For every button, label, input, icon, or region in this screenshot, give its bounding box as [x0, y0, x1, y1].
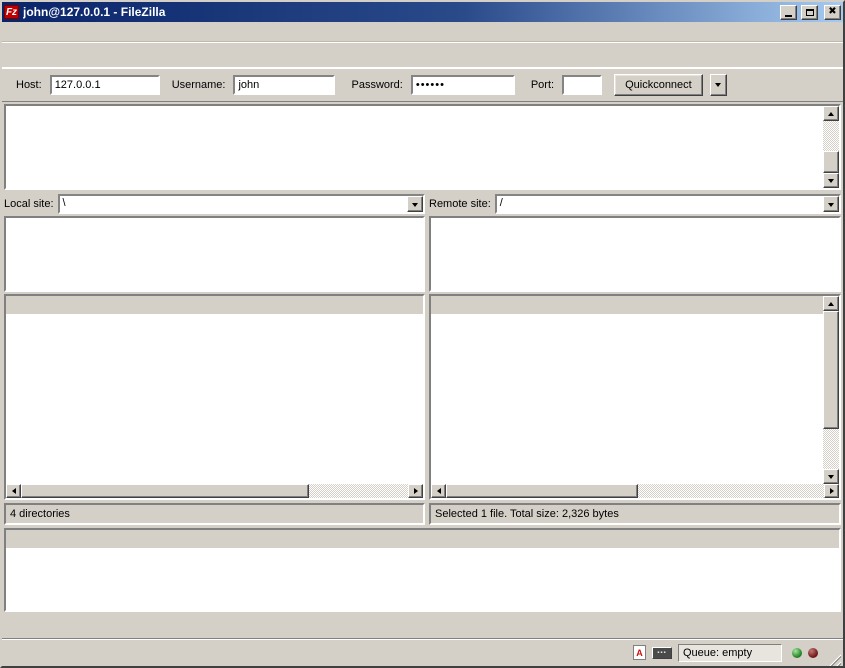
arrow-right-icon [830, 488, 837, 494]
username-input[interactable] [233, 75, 335, 95]
scroll-down-button[interactable] [823, 173, 839, 188]
remote-list-rows[interactable] [431, 314, 823, 484]
window-title: john@127.0.0.1 - FileZilla [23, 5, 776, 19]
scroll-left-button[interactable] [431, 484, 446, 498]
send-indicator-led [792, 648, 802, 658]
scroll-up-button[interactable] [823, 296, 839, 311]
local-pane: Local site: \ 4 directories [4, 194, 425, 526]
scroll-thumb[interactable] [21, 484, 309, 498]
password-input[interactable] [411, 75, 515, 95]
chevron-down-icon [715, 83, 721, 90]
filezilla-window: Fz john@127.0.0.1 - FileZilla ✖ Host: Us… [0, 0, 845, 668]
close-icon: ✖ [828, 7, 836, 17]
remote-site-row: Remote site: / [429, 194, 841, 216]
message-log-lines [6, 106, 823, 108]
scroll-up-button[interactable] [823, 106, 839, 121]
scroll-thumb[interactable] [823, 311, 839, 429]
scroll-track[interactable] [446, 484, 824, 498]
scroll-left-button[interactable] [6, 484, 21, 498]
maximize-button[interactable] [801, 5, 818, 20]
scroll-right-button[interactable] [824, 484, 839, 498]
log-vertical-scrollbar[interactable] [823, 106, 839, 188]
quickconnect-dropdown-button[interactable] [710, 74, 727, 96]
local-file-list[interactable] [4, 294, 425, 500]
close-button[interactable]: ✖ [824, 5, 841, 20]
status-bar: A ▪▪▪ Queue: empty [2, 638, 843, 666]
arrow-left-icon [434, 488, 441, 494]
app-logo-icon: Fz [4, 5, 19, 19]
remote-site-label: Remote site: [429, 198, 491, 210]
quickconnect-button[interactable]: Quickconnect [614, 74, 703, 96]
minimize-icon [785, 15, 792, 17]
local-site-label: Local site: [4, 198, 54, 210]
local-site-combobox[interactable]: \ [58, 194, 425, 214]
password-label: Password: [351, 79, 402, 91]
remote-status-text: Selected 1 file. Total size: 2,326 bytes [429, 503, 841, 525]
scroll-thumb[interactable] [823, 151, 839, 173]
remote-site-combobox[interactable]: / [495, 194, 841, 214]
remote-site-value: / [497, 196, 823, 212]
arrow-up-icon [828, 299, 834, 306]
scroll-down-button[interactable] [823, 469, 839, 484]
arrow-down-icon [828, 179, 834, 186]
local-site-dropdown-button[interactable] [407, 196, 423, 212]
quickconnect-bar: Host: Username: Password: Port: Quickcon… [2, 68, 843, 102]
scroll-track[interactable] [823, 121, 839, 173]
title-bar: Fz john@127.0.0.1 - FileZilla ✖ [2, 2, 843, 22]
queue-tabs [2, 612, 843, 638]
scroll-right-button[interactable] [408, 484, 423, 498]
transfer-type-ascii-icon[interactable]: A [633, 645, 646, 660]
local-directory-tree[interactable] [4, 216, 425, 292]
receive-indicator-led [808, 648, 818, 658]
resize-grip[interactable] [826, 651, 841, 666]
arrow-up-icon [828, 109, 834, 116]
host-label: Host: [16, 79, 42, 91]
message-log[interactable] [4, 104, 841, 190]
username-label: Username: [172, 79, 226, 91]
transfer-queue [4, 528, 841, 612]
speed-limit-icon[interactable]: ▪▪▪ [652, 647, 672, 659]
queue-status-field: Queue: empty [678, 644, 782, 662]
remote-pane: Remote site: / [429, 194, 841, 526]
local-list-header [6, 296, 423, 314]
local-horizontal-scrollbar[interactable] [6, 484, 423, 498]
remote-vertical-scrollbar[interactable] [823, 296, 839, 484]
chevron-down-icon [412, 203, 418, 210]
menu-bar [2, 22, 843, 42]
remote-site-dropdown-button[interactable] [823, 196, 839, 212]
remote-list-header [431, 296, 823, 314]
remote-directory-tree[interactable] [429, 216, 841, 292]
arrow-right-icon [414, 488, 421, 494]
queue-list-header [6, 530, 839, 548]
chevron-down-icon [828, 203, 834, 210]
port-label: Port: [531, 79, 554, 91]
host-input[interactable] [50, 75, 160, 95]
local-list-rows[interactable] [6, 314, 423, 484]
toolbar [2, 42, 843, 68]
maximize-icon [806, 9, 814, 16]
main-panes: Local site: \ 4 directories [2, 190, 843, 526]
scroll-track[interactable] [823, 311, 839, 469]
arrow-down-icon [828, 475, 834, 482]
arrow-left-icon [9, 488, 16, 494]
remote-horizontal-scrollbar[interactable] [431, 484, 839, 498]
local-site-value: \ [60, 196, 407, 212]
local-site-row: Local site: \ [4, 194, 425, 216]
local-status-text: 4 directories [4, 503, 425, 525]
minimize-button[interactable] [780, 5, 797, 20]
port-input[interactable] [562, 75, 602, 95]
scroll-track[interactable] [21, 484, 408, 498]
scroll-thumb[interactable] [446, 484, 638, 498]
remote-file-list[interactable] [429, 294, 841, 500]
queue-list-body[interactable] [6, 548, 839, 610]
